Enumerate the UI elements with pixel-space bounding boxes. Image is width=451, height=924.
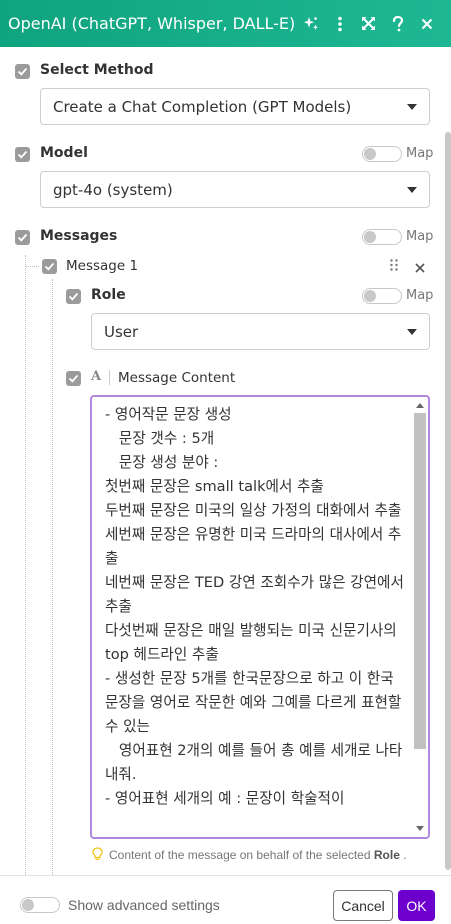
model-map-toggle[interactable] [362, 146, 402, 162]
module-settings-panel: Select Method Create a Chat Completion (… [0, 47, 451, 875]
scroll-down-arrow-icon[interactable] [416, 826, 424, 831]
text-type-icon: A [91, 369, 102, 384]
close-icon[interactable] [412, 0, 441, 47]
header-actions [296, 0, 441, 47]
cancel-button[interactable]: Cancel [333, 890, 393, 921]
message-content-text: - 영어작문 문장 생성 문장 갯수 : 5개 문장 생성 분야 : 첫번째 문… [105, 406, 404, 807]
select-method-label: Select Method [40, 62, 154, 78]
select-method-dropdown[interactable]: Create a Chat Completion (GPT Models) [40, 88, 430, 125]
message-content-textarea[interactable]: - 영어작문 문장 생성 문장 갯수 : 5개 문장 생성 분야 : 첫번째 문… [90, 395, 430, 839]
ok-button[interactable]: OK [398, 890, 435, 921]
advanced-settings-toggle[interactable] [20, 897, 60, 913]
more-vert-icon[interactable] [325, 0, 354, 47]
message-item-label: Message 1 [66, 258, 139, 274]
scroll-up-arrow-icon[interactable] [416, 403, 424, 408]
role-dropdown[interactable]: User [91, 313, 430, 350]
hint-suffix: . [403, 848, 407, 862]
module-title: OpenAI (ChatGPT, Whisper, DALL-E) [8, 14, 296, 33]
scroll-thumb[interactable] [414, 413, 426, 749]
hint-role: Role [373, 848, 400, 862]
hint-prefix: Content of the message on behalf of the … [109, 848, 371, 862]
messages-label: Messages [40, 228, 118, 244]
model-label: Model [40, 145, 88, 161]
select-method-checkbox-icon[interactable] [15, 64, 30, 79]
drag-handle-icon[interactable] [389, 258, 399, 277]
message-content-hint: Content of the message on behalf of the … [92, 847, 407, 864]
messages-map-toggle[interactable] [362, 229, 402, 245]
textarea-scrollbar[interactable] [414, 399, 426, 835]
role-map-label: Map [406, 288, 434, 303]
chevron-down-icon [407, 187, 417, 193]
select-method-value: Create a Chat Completion (GPT Models) [53, 97, 352, 116]
tree-branch [25, 266, 39, 267]
model-dropdown[interactable]: gpt-4o (system) [40, 171, 430, 208]
remove-item-icon[interactable] [415, 260, 425, 278]
model-value: gpt-4o (system) [53, 180, 173, 199]
messages-checkbox-icon[interactable] [15, 230, 30, 245]
expand-icon[interactable] [354, 0, 383, 47]
advanced-settings-label: Show advanced settings [68, 897, 220, 913]
model-map-label: Map [406, 146, 434, 161]
message-content-label: Message Content [118, 370, 236, 386]
message-item-checkbox-icon[interactable] [42, 259, 57, 274]
message-content-checkbox-icon[interactable] [66, 371, 81, 386]
magic-sparkles-icon[interactable] [296, 0, 325, 47]
model-checkbox-icon[interactable] [15, 147, 30, 162]
messages-map-label: Map [406, 229, 434, 244]
tree-line-inner [52, 279, 53, 875]
lightbulb-icon [92, 847, 103, 864]
module-header: OpenAI (ChatGPT, Whisper, DALL-E) [0, 0, 451, 47]
panel-scrollbar[interactable] [445, 132, 451, 870]
module-footer: Show advanced settings Cancel OK [0, 875, 451, 924]
role-value: User [104, 322, 139, 341]
tree-line [25, 255, 26, 875]
label-divider [109, 370, 110, 385]
chevron-down-icon [407, 104, 417, 110]
role-label: Role [91, 287, 126, 303]
role-checkbox-icon[interactable] [66, 289, 81, 304]
help-icon[interactable] [383, 0, 412, 47]
role-map-toggle[interactable] [362, 288, 402, 304]
chevron-down-icon [407, 329, 417, 335]
